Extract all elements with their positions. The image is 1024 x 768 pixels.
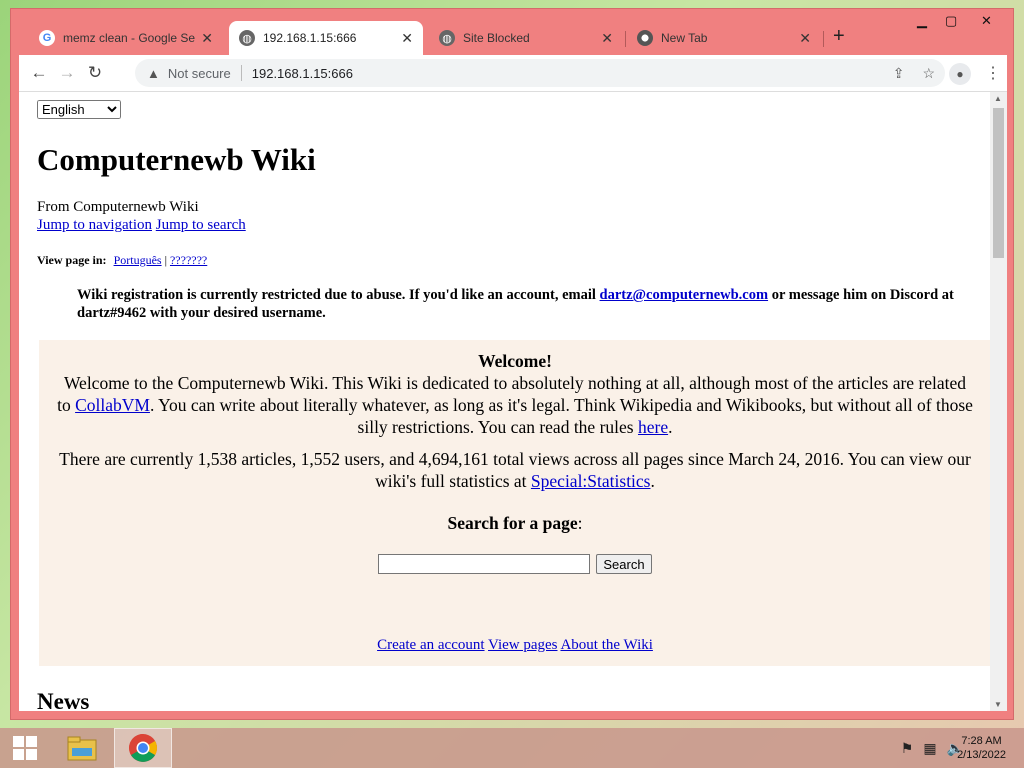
tab-site-blocked[interactable]: ◍ Site Blocked ✕ [429, 21, 623, 55]
action-center-flag-icon[interactable]: ⚑ [901, 740, 914, 757]
security-label[interactable]: Not secure [168, 66, 231, 81]
about-wiki-link[interactable]: About the Wiki [560, 637, 652, 653]
welcome-text-part: . [668, 417, 673, 437]
statistics-link[interactable]: Special:Statistics [531, 471, 651, 491]
tab-new-tab[interactable]: New Tab ✕ [627, 21, 821, 55]
rules-link[interactable]: here [638, 417, 668, 437]
globe-icon: ◍ [239, 30, 255, 46]
close-tab-icon[interactable]: ✕ [799, 30, 811, 47]
chrome-icon [637, 30, 653, 46]
profile-avatar-icon[interactable]: ● [949, 63, 971, 85]
tab-title: New Tab [661, 31, 708, 45]
minimize-button[interactable]: ▁ [917, 13, 927, 29]
registration-notice: Wiki registration is currently restricte… [77, 286, 977, 322]
close-tab-icon[interactable]: ✕ [401, 30, 413, 47]
system-clock[interactable]: 7:28 AM 2/13/2022 [957, 734, 1006, 762]
back-button[interactable]: ← [25, 63, 53, 83]
globe-icon: ◍ [439, 30, 455, 46]
close-window-button[interactable]: ✕ [981, 13, 992, 29]
new-tab-button[interactable]: + [833, 25, 845, 48]
scroll-up-arrow-icon[interactable]: ▲ [994, 94, 1002, 103]
chrome-taskbar-icon[interactable] [114, 728, 172, 768]
scroll-down-arrow-icon[interactable]: ▼ [994, 700, 1002, 709]
search-heading: Search for a page: [39, 512, 991, 534]
clock-time: 7:28 AM [961, 735, 1002, 747]
lang-link-portuguese[interactable]: Português [114, 253, 162, 267]
taskbar: ⚑ ▦ 🔈 7:28 AM 2/13/2022 [0, 728, 1024, 768]
view-pages-link[interactable]: View pages [488, 637, 558, 653]
tab-google-search[interactable]: G memz clean - Google Sea ✕ [29, 21, 223, 55]
collabvm-link[interactable]: CollabVM [75, 395, 150, 415]
tab-separator [823, 31, 824, 47]
warning-icon[interactable]: ▲ [147, 66, 160, 81]
forward-button[interactable]: → [53, 63, 81, 83]
google-icon: G [39, 30, 55, 46]
welcome-links: Create an account View pages About the W… [39, 634, 991, 656]
search-heading-text: Search for a page [447, 513, 578, 533]
jump-to-navigation-link[interactable]: Jump to navigation [37, 217, 152, 233]
lang-link-other[interactable]: ??????? [170, 253, 207, 267]
bookmark-star-icon[interactable]: ☆ [922, 65, 935, 82]
address-bar[interactable]: ▲ Not secure 192.168.1.15:666 ⇪ ☆ [135, 59, 945, 87]
tab-title: Site Blocked [463, 31, 530, 45]
tab-wiki[interactable]: ◍ 192.168.1.15:666 ✕ [229, 21, 423, 55]
close-tab-icon[interactable]: ✕ [201, 30, 213, 47]
system-tray: ⚑ ▦ 🔈 [901, 740, 964, 757]
welcome-text: Welcome to the Computernewb Wiki. This W… [39, 372, 991, 438]
view-page-in: View page in: Português | ??????? [37, 253, 207, 268]
from-text: From Computernewb Wiki [37, 199, 199, 215]
email-link[interactable]: dartz@computernewb.com [600, 287, 769, 303]
page-viewport: English Computernewb Wiki From Computern… [19, 91, 1007, 711]
file-explorer-icon[interactable] [60, 728, 104, 768]
stats-text-part: There are currently 1,538 articles, 1,55… [59, 449, 971, 491]
jump-links: Jump to navigation Jump to search [37, 217, 246, 234]
welcome-box: Welcome! Welcome to the Computernewb Wik… [39, 340, 991, 666]
jump-to-search-link[interactable]: Jump to search [156, 217, 246, 233]
separator [240, 65, 242, 81]
windows-start-icon[interactable] [8, 728, 42, 768]
tab-title: memz clean - Google Sea [63, 31, 196, 45]
vertical-scrollbar[interactable]: ▲ ▼ [990, 92, 1007, 711]
search-input[interactable] [378, 554, 591, 574]
maximize-button[interactable]: ▢ [945, 13, 957, 29]
search-row: Search [39, 554, 991, 574]
search-button[interactable]: Search [596, 554, 652, 574]
tab-strip: G memz clean - Google Sea ✕ ◍ 192.168.1.… [11, 9, 1013, 55]
network-icon[interactable]: ▦ [923, 740, 936, 757]
create-account-link[interactable]: Create an account [377, 637, 484, 653]
stats-text: There are currently 1,538 articles, 1,55… [39, 448, 991, 492]
news-heading: News [37, 689, 90, 711]
tab-title: 192.168.1.15:666 [263, 31, 357, 45]
clock-date: 2/13/2022 [957, 749, 1006, 761]
tab-separator [625, 31, 626, 47]
browser-toolbar: ← → ↻ ▲ Not secure 192.168.1.15:666 ⇪ ☆ … [19, 55, 1007, 91]
search-heading-colon: : [577, 513, 583, 533]
share-icon[interactable]: ⇪ [893, 65, 905, 82]
url-text[interactable]: 192.168.1.15:666 [252, 66, 353, 81]
welcome-text-part: . You can write about literally whatever… [149, 395, 973, 437]
notice-text: Wiki registration is currently restricte… [77, 287, 600, 303]
scrollbar-thumb[interactable] [993, 108, 1004, 258]
welcome-title: Welcome! [478, 351, 552, 371]
reload-button[interactable]: ↻ [81, 63, 109, 83]
menu-kebab-icon[interactable]: ⋮ [985, 63, 1001, 83]
stats-text-part: . [650, 471, 655, 491]
view-page-in-label: View page in: [37, 253, 107, 267]
close-tab-icon[interactable]: ✕ [601, 30, 613, 47]
page-title: Computernewb Wiki [37, 142, 316, 177]
browser-window: G memz clean - Google Sea ✕ ◍ 192.168.1.… [10, 8, 1014, 720]
language-select[interactable]: English [37, 100, 121, 119]
